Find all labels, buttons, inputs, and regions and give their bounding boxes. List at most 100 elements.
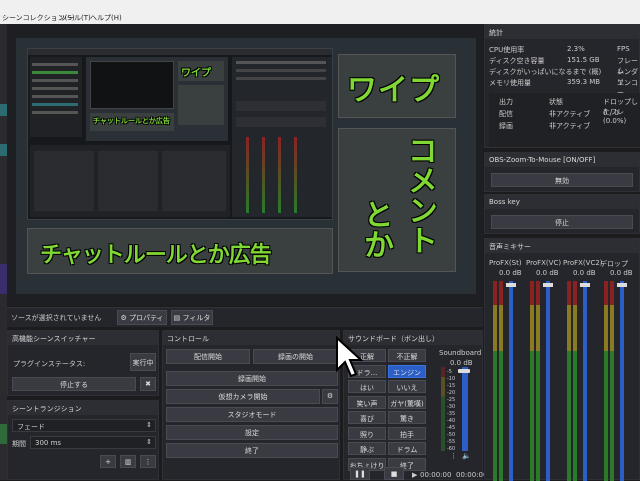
scale-tick: -10	[447, 376, 456, 382]
controls-title: コントロール	[163, 331, 339, 345]
speaker-icon[interactable]: 🔈	[462, 452, 471, 460]
scale-tick: -55	[447, 439, 456, 445]
more-icon[interactable]: ⋮	[450, 452, 457, 460]
start-record-button[interactable]: 録画の開始	[253, 349, 338, 364]
stop-switcher-button[interactable]: 停止する	[12, 377, 136, 391]
gear-icon: ⚙	[120, 314, 127, 322]
boss-key-stop-button[interactable]: 停止	[491, 215, 633, 229]
scale-tick: -40	[447, 418, 456, 424]
scale-tick: -30	[447, 404, 456, 410]
play-icon[interactable]: ▶	[412, 471, 417, 479]
soundboard-button[interactable]: 不正解	[388, 349, 426, 362]
soundboard-button[interactable]: ガヤ(驚嘆)	[388, 395, 426, 409]
transition-select[interactable]: フェード ⇕	[12, 419, 156, 432]
boss-key-dock: Boss key 停止	[484, 194, 640, 234]
obs-zoom-title: OBS-Zoom-To-Mouse [ON/OFF]	[485, 153, 639, 167]
soundboard-button[interactable]: 照り	[348, 426, 386, 440]
delete-transition-icon[interactable]: ▥	[120, 455, 136, 468]
scale-tick: -15	[447, 383, 456, 389]
wipe-source: ワイプ	[338, 54, 456, 118]
tools-icon[interactable]: ✖	[140, 377, 156, 391]
boss-key-title: Boss key	[485, 195, 639, 209]
soundboard-button[interactable]: ドラム	[388, 442, 426, 455]
nested-docks	[30, 145, 230, 217]
settings-button[interactable]: 設定	[166, 425, 338, 440]
scene-transitions-dock: シーントランジション フェード ⇕ 期間 300 ms ⇕ + ▥ ⋮	[7, 400, 159, 480]
time-total: 00:00:00	[456, 471, 488, 479]
mixer-channel-db: 0.0 dB	[610, 269, 633, 277]
menu-bar: シーンコレクション(S) ツール(T) ヘルプ(H)	[0, 0, 640, 24]
stats-row-record-state: 非アクティブ	[549, 122, 591, 130]
mixer-meter	[604, 281, 608, 481]
mixer-meter	[573, 281, 577, 481]
comment-label-col1: コメント	[402, 135, 437, 255]
menu-tools[interactable]: ツール(T)	[60, 13, 91, 23]
mixer-volume-slider[interactable]	[583, 281, 587, 481]
soundboard-button[interactable]: 喜び	[348, 411, 386, 424]
scene-item-teal[interactable]	[0, 104, 7, 116]
stop-icon[interactable]: ■	[384, 467, 404, 480]
obs-zoom-toggle-button[interactable]: 無効	[491, 173, 633, 187]
soundboard-button[interactable]: 驚き	[388, 411, 426, 424]
scene-item-teal-2[interactable]	[0, 144, 7, 156]
scene-item-purple[interactable]	[0, 264, 7, 294]
mixer-slider-handle[interactable]	[506, 283, 516, 287]
stats-row-stream-state: 非アクティブ	[549, 110, 591, 118]
soundboard-button[interactable]: いいえ	[388, 380, 426, 393]
stats-label: ディスクがいっぱいになるまで (概)	[489, 68, 602, 76]
mixer-volume-slider[interactable]	[509, 281, 513, 481]
nested-preview: ワイプ チャットルールとか広告	[86, 57, 228, 141]
add-transition-button[interactable]: +	[100, 455, 116, 468]
scene-list-strip	[0, 24, 7, 480]
more-options-icon[interactable]: ⋮	[140, 455, 156, 468]
transitions-title: シーントランジション	[8, 401, 158, 415]
nested-scene-list	[30, 57, 82, 137]
mixer-volume-slider[interactable]	[620, 281, 624, 481]
stats-header-state: 状態	[549, 98, 563, 106]
duration-label: 期間	[12, 440, 26, 448]
studio-mode-button[interactable]: スタジオモード	[166, 407, 338, 422]
mixer-meter	[610, 281, 614, 481]
menu-help[interactable]: ヘルプ(H)	[90, 13, 122, 23]
comment-label-col2: とか	[358, 199, 393, 259]
stats-value: 359.3 MB	[567, 78, 601, 86]
start-replay-button[interactable]: 録画開始	[166, 371, 338, 386]
audio-mixer-title: 音声ミキサー	[485, 239, 639, 253]
mixer-meter	[567, 281, 571, 481]
exit-button[interactable]: 終了	[166, 443, 338, 458]
soundboard-slider-handle[interactable]	[458, 369, 470, 373]
spin-icon: ⇕	[146, 438, 152, 446]
stats-title: 統計	[485, 25, 639, 39]
stats-value: 2.3%	[567, 45, 585, 53]
no-source-status: ソースが選択されていません	[11, 314, 102, 322]
pause-icon[interactable]: ❚❚	[350, 467, 370, 480]
mixer-channel-db: 0.0 dB	[499, 269, 522, 277]
soundboard-button[interactable]: 笑い声	[348, 395, 386, 409]
soundboard-button[interactable]: 静ぶ	[348, 442, 386, 455]
plugin-status-label: プラグインステータス:	[13, 360, 86, 368]
properties-button[interactable]: ⚙ プロパティ	[117, 310, 167, 325]
virtual-camera-gear-icon[interactable]: ⚙	[322, 389, 338, 404]
stats-table: 出力 状態 ドロップしたフレ 配信 非アクティブ 0 / 0 (0.0%) 録画…	[489, 93, 640, 147]
soundboard-button[interactable]: エンジン	[388, 364, 426, 378]
virtual-camera-button[interactable]: 仮想カメラ開始	[166, 389, 320, 404]
right-docks: 統計 CPU使用率 2.3% FPS ディスク空き容量 151.5 GB フレーム ディスク…	[484, 24, 640, 481]
filter-button[interactable]: ▤ フィルタ	[171, 310, 213, 325]
comment-source: コメント とか	[338, 128, 456, 272]
stats-label: CPU使用率	[489, 46, 525, 54]
mixer-slider-handle[interactable]	[543, 283, 553, 287]
scene-item-green[interactable]	[0, 424, 7, 444]
soundboard-volume-slider[interactable]	[462, 367, 468, 451]
scale-tick: -50	[447, 432, 456, 438]
start-stream-button[interactable]: 配信開始	[166, 349, 250, 364]
soundboard-button[interactable]: はい	[348, 380, 386, 393]
duration-input[interactable]: 300 ms ⇕	[30, 436, 156, 449]
running-status-button[interactable]: 実行中	[130, 353, 156, 371]
mixer-volume-slider[interactable]	[546, 281, 550, 481]
time-elapsed: 00:00:00	[420, 471, 452, 479]
mouse-cursor-icon	[336, 336, 364, 378]
mixer-slider-handle[interactable]	[580, 283, 590, 287]
soundboard-button[interactable]: 拍手	[388, 426, 426, 440]
scale-tick: -35	[447, 411, 456, 417]
mixer-slider-handle[interactable]	[617, 283, 627, 287]
